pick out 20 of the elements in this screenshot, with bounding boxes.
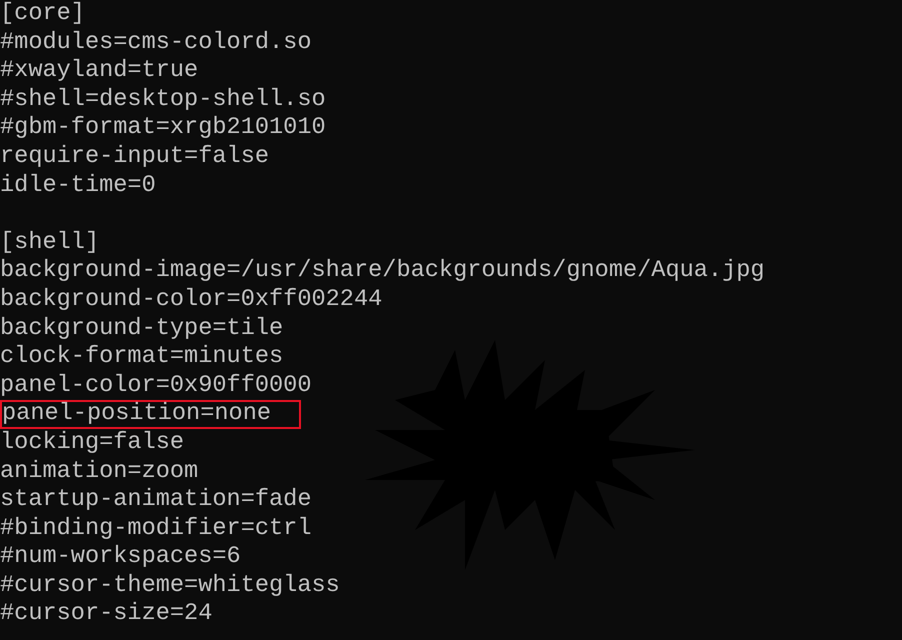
config-line: #binding-modifier=ctrl — [0, 514, 312, 544]
config-line: idle-time=0 — [0, 172, 156, 200]
config-line: require-input=false — [0, 142, 270, 172]
config-line: panel-color=0x90ff0000 — [0, 372, 312, 400]
config-line: #shell=desktop-shell.so — [0, 86, 326, 114]
config-line: animation=zoom — [0, 458, 198, 486]
config-line: #gbm-format=xrgb2101010 — [0, 114, 326, 143]
config-line: #cursor-theme=whiteglass — [0, 572, 340, 600]
config-line: clock-format=minutes — [0, 343, 284, 372]
section-header: [shell] — [0, 228, 100, 258]
config-line: startup-animation=fade — [0, 486, 312, 515]
config-line: background-type=tile — [0, 314, 284, 344]
config-line: background-color=0xff002244 — [0, 286, 382, 315]
config-line: locking=false — [0, 428, 184, 458]
config-line: #modules=cms-colord.so — [0, 28, 312, 58]
config-line: #num-workspaces=6 — [0, 543, 241, 572]
config-line: background-image=/usr/share/backgrounds/gnome/Aqua.jpg — [0, 257, 765, 286]
config-line: #xwayland=true — [0, 57, 198, 86]
section-header: [core] — [0, 0, 85, 29]
config-line: #cursor-size=24 — [0, 600, 212, 630]
